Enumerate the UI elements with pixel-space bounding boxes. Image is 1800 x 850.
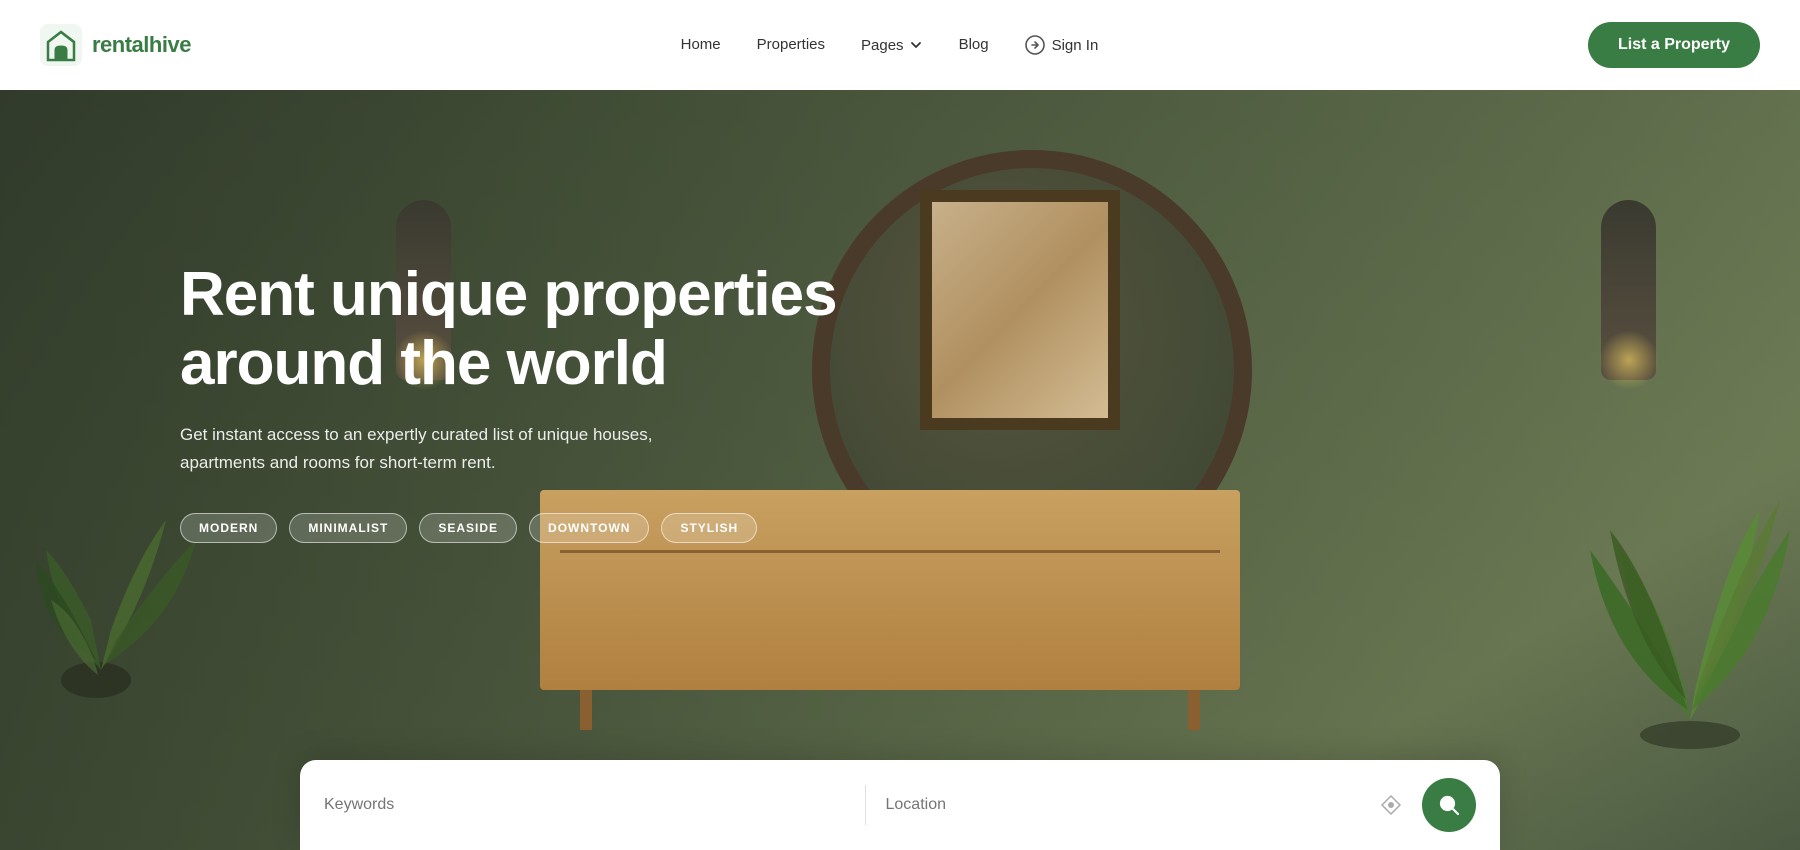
nav-item-blog[interactable]: Blog	[959, 36, 989, 53]
nav-item-pages[interactable]: Pages	[861, 37, 923, 54]
search-divider	[865, 785, 866, 825]
signin-icon	[1025, 35, 1045, 55]
search-bar	[300, 760, 1500, 850]
picture-frame	[920, 190, 1120, 430]
search-submit-button[interactable]	[1422, 778, 1476, 832]
location-icon-button[interactable]	[1376, 790, 1406, 820]
tag-stylish[interactable]: STYLISH	[661, 513, 757, 543]
location-input[interactable]	[886, 796, 1363, 814]
tag-downtown[interactable]: DOWNTOWN	[529, 513, 649, 543]
nav-menu: Home Properties Pages Blog Sign In	[681, 35, 1099, 55]
hero-content: Rent unique properties around the world …	[180, 260, 837, 543]
location-arrow-icon	[1380, 794, 1402, 816]
logo[interactable]: rentalhive	[40, 24, 191, 66]
hero-section: Rent unique properties around the world …	[0, 90, 1800, 850]
hero-subtitle: Get instant access to an expertly curate…	[180, 421, 740, 477]
location-field	[886, 790, 1407, 820]
tag-seaside[interactable]: SEASIDE	[419, 513, 517, 543]
plant-right	[1580, 350, 1800, 750]
tag-minimalist[interactable]: MINIMALIST	[289, 513, 407, 543]
keywords-field	[324, 796, 845, 814]
tag-modern[interactable]: MODERN	[180, 513, 277, 543]
navbar: rentalhive Home Properties Pages Blog	[0, 0, 1800, 90]
logo-icon	[40, 24, 82, 66]
search-icon	[1438, 794, 1460, 816]
keywords-input[interactable]	[324, 796, 845, 814]
hero-tags: MODERN MINIMALIST SEASIDE DOWNTOWN STYLI…	[180, 513, 837, 543]
nav-item-home[interactable]: Home	[681, 36, 721, 53]
signin-link[interactable]: Sign In	[1025, 35, 1099, 55]
hero-title: Rent unique properties around the world	[180, 260, 837, 399]
chevron-down-icon	[909, 38, 923, 52]
list-property-button[interactable]: List a Property	[1588, 22, 1760, 68]
nav-item-properties[interactable]: Properties	[757, 36, 825, 53]
logo-text: rentalhive	[92, 32, 191, 58]
